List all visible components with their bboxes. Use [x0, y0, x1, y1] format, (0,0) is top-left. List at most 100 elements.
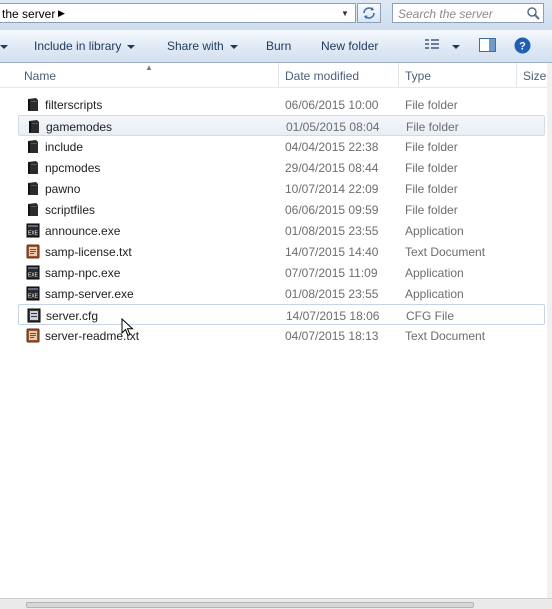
folder-icon	[27, 119, 41, 134]
file-type: File folder	[405, 140, 458, 154]
column-divider[interactable]	[398, 63, 399, 87]
command-bar: Include in library Share with Burn New f…	[0, 30, 552, 63]
file-row[interactable]: EXE announce.exe 01/08/2015 23:55 Applicati…	[18, 220, 545, 241]
file-type: Text Document	[405, 329, 486, 343]
file-row[interactable]: scriptfiles 06/06/2015 09:59 File folder	[18, 199, 545, 220]
breadcrumb-current[interactable]: the server	[2, 7, 55, 21]
include-in-library-label: Include in library	[34, 39, 122, 53]
file-name: server.cfg	[46, 309, 99, 323]
svg-text:EXE: EXE	[28, 273, 39, 279]
file-name: pawno	[45, 182, 81, 196]
column-header-date-modified[interactable]: Date modified	[285, 69, 359, 83]
cfg-file-icon	[27, 308, 41, 323]
file-type: File folder	[405, 98, 458, 112]
file-row[interactable]: EXE samp-npc.exe 07/07/2015 11:09 Applicati…	[18, 262, 545, 283]
column-header-row: ▲ Name Date modified Type Size	[0, 63, 552, 88]
column-divider[interactable]	[278, 63, 279, 87]
breadcrumb-arrow-icon[interactable]: ▶	[58, 8, 65, 19]
file-row[interactable]: filterscripts 06/06/2015 10:00 File folder	[18, 94, 545, 115]
chevron-down-icon	[229, 44, 238, 49]
file-date-modified: 10/07/2014 22:09	[285, 182, 379, 196]
sort-ascending-icon: ▲	[145, 63, 153, 72]
view-icon	[425, 39, 439, 49]
include-in-library-button[interactable]: Include in library	[34, 39, 136, 53]
address-bar: the server ▶ ▼ Search the server	[0, 0, 552, 30]
file-row[interactable]: server-readme.txt 04/07/2015 18:13 Text Do…	[18, 325, 545, 346]
help-button[interactable]: ?	[514, 37, 531, 57]
file-row[interactable]: npcmodes 29/04/2015 08:44 File folder	[18, 157, 545, 178]
refresh-button[interactable]	[357, 3, 381, 23]
text-file-icon	[26, 328, 40, 343]
file-name: filterscripts	[45, 98, 103, 112]
file-name: gamemodes	[46, 120, 113, 134]
file-type: Application	[405, 266, 464, 280]
share-with-button[interactable]: Share with	[167, 39, 238, 53]
svg-text:EXE: EXE	[28, 231, 39, 237]
folder-icon	[26, 160, 40, 175]
file-name: scriptfiles	[45, 203, 96, 217]
chevron-down-icon	[127, 44, 136, 49]
text-file-icon	[26, 244, 40, 259]
file-name: samp-npc.exe	[45, 266, 121, 280]
file-name: samp-license.txt	[45, 245, 132, 259]
file-date-modified: 01/08/2015 23:55	[285, 224, 379, 238]
file-type: File folder	[405, 203, 458, 217]
vertical-scrollbar[interactable]	[547, 63, 552, 608]
help-icon: ?	[514, 37, 531, 54]
column-header-size[interactable]: Size	[523, 69, 546, 83]
refresh-icon	[363, 7, 375, 19]
folder-icon	[26, 139, 40, 154]
folder-icon	[26, 202, 40, 217]
file-row[interactable]: pawno 10/07/2014 22:09 File folder	[18, 178, 545, 199]
svg-text:EXE: EXE	[28, 294, 39, 300]
organize-dropdown-arrow[interactable]	[0, 39, 8, 53]
view-options-arrow[interactable]	[446, 39, 460, 53]
file-row[interactable]: server.cfg 14/07/2015 18:06 CFG File	[18, 304, 545, 325]
share-with-label: Share with	[167, 39, 224, 53]
preview-pane-icon	[479, 38, 496, 52]
file-type: CFG File	[406, 309, 454, 323]
file-row[interactable]: gamemodes 01/05/2015 08:04 File folder	[18, 115, 545, 136]
exe-icon: EXE	[26, 223, 40, 238]
file-list: ▲ Name Date modified Type Size filterscr…	[0, 63, 552, 608]
file-row[interactable]: EXE samp-server.exe 01/08/2015 23:55 Applic…	[18, 283, 545, 304]
file-type: File folder	[405, 161, 458, 175]
change-view-button[interactable]	[424, 38, 440, 55]
preview-pane-button[interactable]	[479, 38, 496, 55]
file-name: include	[45, 140, 84, 154]
file-date-modified: 07/07/2015 11:09	[285, 266, 378, 280]
column-header-name[interactable]: Name	[24, 69, 56, 83]
file-name: samp-server.exe	[45, 287, 134, 301]
chevron-down-icon[interactable]: ▼	[341, 9, 349, 18]
file-type: File folder	[406, 120, 459, 134]
file-type: File folder	[405, 182, 458, 196]
file-date-modified: 01/05/2015 08:04	[286, 120, 380, 134]
file-date-modified: 29/04/2015 08:44	[285, 161, 379, 175]
file-name: npcmodes	[45, 161, 101, 175]
mouse-cursor-icon	[121, 318, 134, 337]
file-name: announce.exe	[45, 224, 121, 238]
file-row[interactable]: include 04/04/2015 22:38 File folder	[18, 136, 545, 157]
horizontal-scrollbar-thumb[interactable]	[26, 602, 474, 608]
search-box[interactable]: Search the server	[392, 3, 544, 23]
column-header-type[interactable]: Type	[405, 69, 431, 83]
file-date-modified: 06/06/2015 09:59	[285, 203, 379, 217]
folder-icon	[26, 97, 40, 112]
burn-button[interactable]: Burn	[266, 39, 291, 53]
file-date-modified: 04/07/2015 18:13	[285, 329, 379, 343]
column-divider[interactable]	[516, 63, 517, 87]
breadcrumb[interactable]: the server ▶ ▼	[0, 3, 356, 23]
file-date-modified: 01/08/2015 23:55	[285, 287, 379, 301]
svg-text:?: ?	[519, 41, 526, 53]
file-type: Application	[405, 224, 464, 238]
file-row[interactable]: samp-license.txt 14/07/2015 14:40 Text Doc…	[18, 241, 545, 262]
file-type: Text Document	[405, 245, 486, 259]
exe-icon: EXE	[26, 265, 40, 280]
search-icon[interactable]	[526, 6, 540, 20]
search-input[interactable]: Search the server	[398, 7, 493, 21]
file-date-modified: 06/06/2015 10:00	[285, 98, 379, 112]
file-date-modified: 14/07/2015 18:06	[286, 309, 380, 323]
chevron-down-icon	[452, 44, 460, 49]
exe-icon: EXE	[26, 286, 40, 301]
new-folder-button[interactable]: New folder	[321, 39, 378, 53]
